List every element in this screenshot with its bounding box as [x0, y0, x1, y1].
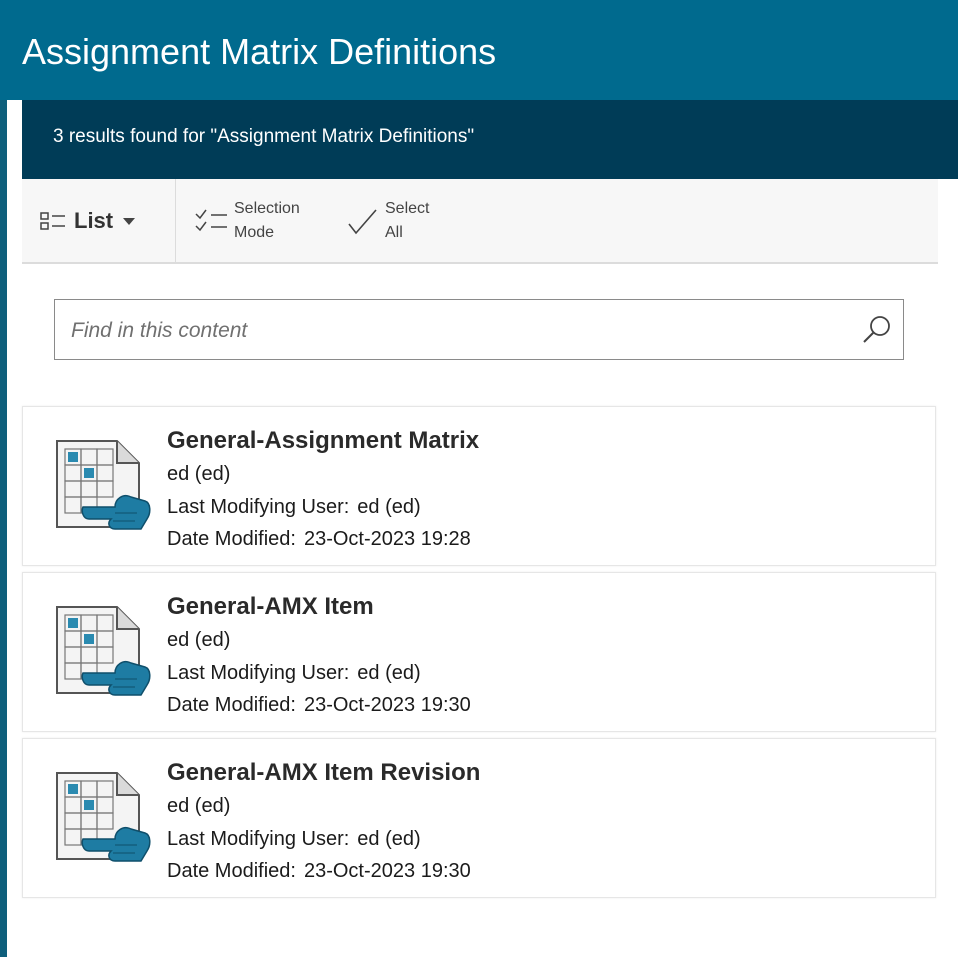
selection-mode-icon — [195, 209, 227, 231]
list-view-icon — [40, 211, 65, 230]
select-all-label-1: Select — [385, 199, 430, 217]
left-collapsed-nav[interactable] — [0, 100, 7, 957]
chevron-down-icon — [123, 218, 136, 225]
date-modified-label: Date Modified: — [167, 694, 296, 716]
last-modifying-user-label: Last Modifying User: — [167, 828, 350, 850]
result-title[interactable]: General-Assignment Matrix — [167, 427, 479, 455]
result-owner: ed (ed) — [167, 463, 231, 485]
result-title[interactable]: General-AMX Item Revision — [167, 759, 480, 787]
result-item[interactable]: General-Assignment Matrix ed (ed) Last M… — [22, 406, 936, 566]
last-modifying-user-row: Last Modifying User: ed (ed) — [167, 662, 421, 685]
assignment-matrix-icon — [56, 772, 151, 862]
date-modified-row: Date Modified: 23-Oct-2023 19:30 — [167, 694, 471, 717]
assignment-matrix-icon — [56, 440, 151, 530]
assignment-matrix-icon — [56, 606, 151, 696]
result-item[interactable]: General-AMX Item ed (ed) Last Modifying … — [22, 572, 936, 732]
date-modified-value: 23-Oct-2023 19:30 — [303, 860, 471, 882]
select-all-button[interactable]: Select All — [345, 179, 455, 262]
left-frame-edge — [0, 100, 22, 957]
last-modifying-user-label: Last Modifying User: — [167, 662, 350, 684]
selection-mode-label-2: Mode — [234, 223, 275, 241]
last-modifying-user-value: ed (ed) — [357, 496, 421, 518]
page-title: Assignment Matrix Definitions — [22, 31, 497, 72]
results-summary-bar: 3 results found for "Assignment Matrix D… — [22, 100, 958, 179]
last-modifying-user-value: ed (ed) — [357, 662, 421, 684]
toolbar-divider — [175, 179, 176, 262]
last-modifying-user-row: Last Modifying User: ed (ed) — [167, 828, 421, 851]
app-header: Assignment Matrix Definitions — [0, 0, 958, 100]
date-modified-value: 23-Oct-2023 19:30 — [303, 694, 471, 716]
date-modified-row: Date Modified: 23-Oct-2023 19:28 — [167, 528, 471, 551]
result-item[interactable]: General-AMX Item Revision ed (ed) Last M… — [22, 738, 936, 898]
select-all-label-2: All — [385, 223, 403, 241]
results-count-text: 3 results found for "Assignment Matrix D… — [53, 126, 475, 147]
last-modifying-user-label: Last Modifying User: — [167, 496, 350, 518]
search-field[interactable] — [54, 299, 904, 361]
result-owner: ed (ed) — [167, 629, 231, 651]
results-list: General-Assignment Matrix ed (ed) Last M… — [22, 406, 936, 904]
selection-mode-button[interactable]: Selection Mode — [194, 179, 334, 262]
result-owner: ed (ed) — [167, 795, 231, 817]
search-icon[interactable] — [861, 314, 893, 346]
date-modified-label: Date Modified: — [167, 528, 296, 550]
checkmark-icon — [348, 208, 377, 234]
results-panel: 3 results found for "Assignment Matrix D… — [22, 100, 958, 957]
list-view-label: List — [74, 207, 114, 233]
search-input[interactable] — [69, 300, 833, 361]
result-title[interactable]: General-AMX Item — [167, 593, 374, 621]
selection-mode-label-1: Selection — [234, 199, 300, 217]
date-modified-row: Date Modified: 23-Oct-2023 19:30 — [167, 860, 471, 883]
last-modifying-user-value: ed (ed) — [357, 828, 421, 850]
last-modifying-user-row: Last Modifying User: ed (ed) — [167, 496, 421, 519]
date-modified-value: 23-Oct-2023 19:28 — [303, 528, 471, 550]
date-modified-label: Date Modified: — [167, 860, 296, 882]
list-view-dropdown[interactable]: List — [40, 179, 170, 262]
view-toolbar: List Selection Mode Select All — [22, 179, 938, 264]
